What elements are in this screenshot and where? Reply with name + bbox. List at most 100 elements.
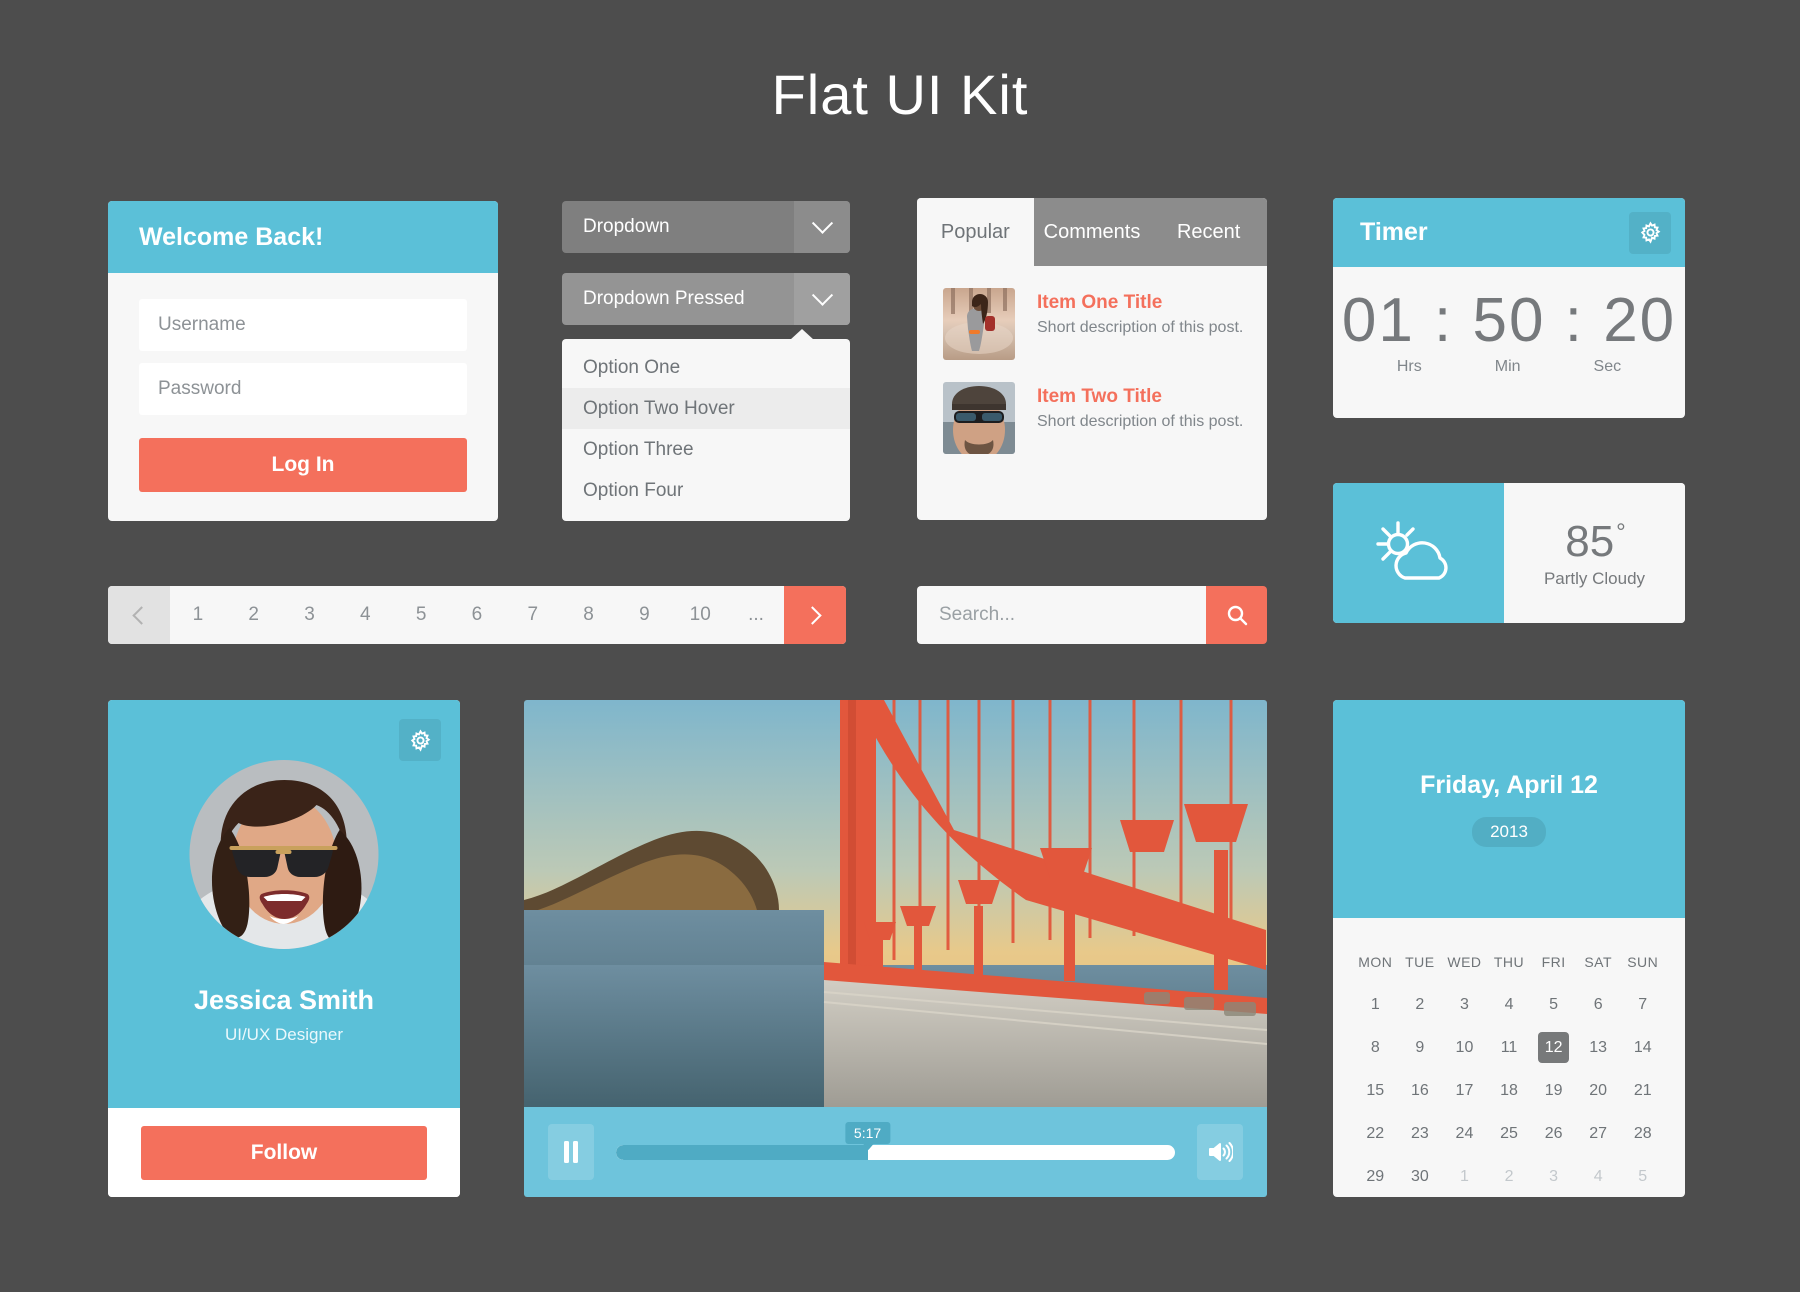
dropdown-default[interactable]: Dropdown (562, 201, 850, 253)
post-thumbnail (943, 382, 1015, 454)
pagination-next-button[interactable] (784, 586, 846, 644)
post-description: Short description of this post. (1037, 413, 1244, 430)
calendar-day[interactable]: 1 (1353, 983, 1398, 1026)
dropdown-default-label: Dropdown (583, 216, 670, 237)
timer-hours-label: Hrs (1396, 358, 1422, 375)
pagination-page-2[interactable]: 2 (226, 604, 282, 626)
calendar-day[interactable]: 1 (1442, 1155, 1487, 1197)
chevron-down-icon[interactable] (794, 201, 850, 253)
tab-comments[interactable]: Comments (1034, 198, 1151, 266)
list-item[interactable]: Item One Title Short description of this… (917, 266, 1267, 360)
pagination-page-7[interactable]: 7 (505, 604, 561, 626)
pagination-page-6[interactable]: 6 (449, 604, 505, 626)
dropdown-option-two[interactable]: Option Two Hover (562, 388, 850, 429)
login-button-wrap: Log In (139, 438, 467, 492)
pagination-page-3[interactable]: 3 (282, 604, 338, 626)
username-input[interactable] (139, 299, 467, 351)
page-title: Flat UI Kit (771, 63, 1029, 126)
calendar-day[interactable]: 16 (1398, 1069, 1443, 1112)
dropdown-pressed[interactable]: Dropdown Pressed (562, 273, 850, 325)
pagination-page-10[interactable]: 10 (672, 604, 728, 626)
post-title[interactable]: Item Two Title (1037, 386, 1243, 408)
log-in-button[interactable]: Log In (139, 438, 467, 492)
calendar-weekday-row: MON TUE WED THU FRI SAT SUN (1353, 940, 1665, 983)
calendar-day[interactable]: 28 (1620, 1112, 1665, 1155)
calendar-day[interactable]: 19 (1531, 1069, 1576, 1112)
calendar-day[interactable]: 20 (1576, 1069, 1621, 1112)
calendar-day[interactable]: 15 (1353, 1069, 1398, 1112)
post-title[interactable]: Item One Title (1037, 292, 1243, 314)
dropdown-option-three[interactable]: Option Three (562, 429, 850, 470)
calendar-day[interactable]: 6 (1576, 983, 1621, 1026)
list-item[interactable]: Item Two Title Short description of this… (917, 360, 1267, 454)
tab-popular[interactable]: Popular (917, 198, 1034, 266)
pagination-page-1[interactable]: 1 (170, 604, 226, 626)
login-heading: Welcome Back! (108, 201, 498, 273)
pagination-page-8[interactable]: 8 (561, 604, 617, 626)
calendar-day[interactable]: 5 (1531, 983, 1576, 1026)
calendar-day[interactable]: 29 (1353, 1155, 1398, 1197)
calendar-grid: MON TUE WED THU FRI SAT SUN 1 2 3 4 5 6 7 8 9 10 1… (1333, 918, 1685, 1197)
progress-track[interactable] (616, 1144, 1175, 1160)
calendar-day[interactable]: 17 (1442, 1069, 1487, 1112)
calendar-day[interactable]: 27 (1576, 1112, 1621, 1155)
profile-role: UI/UX Designer (224, 1025, 344, 1044)
calendar-day[interactable]: 4 (1576, 1155, 1621, 1197)
password-input[interactable] (139, 363, 467, 415)
calendar-day[interactable]: 30 (1398, 1155, 1443, 1197)
calendar-day[interactable]: 3 (1442, 983, 1487, 1026)
gear-icon[interactable] (399, 719, 441, 761)
timer-sep: : (1564, 286, 1584, 355)
follow-button[interactable]: Follow (141, 1125, 427, 1180)
pagination-prev-button[interactable] (108, 586, 170, 644)
search-button[interactable] (1206, 586, 1267, 644)
gear-icon[interactable] (1629, 211, 1671, 254)
pagination-page-4[interactable]: 4 (337, 604, 393, 626)
calendar-day[interactable]: 25 (1487, 1112, 1532, 1155)
calendar-day[interactable]: 9 (1398, 1026, 1443, 1069)
timer-header: Timer (1333, 198, 1685, 267)
video-progress[interactable]: 5:17 (616, 1122, 1175, 1180)
weather-card: 85° Partly Cloudy (1333, 483, 1685, 623)
calendar-day[interactable]: 4 (1487, 983, 1532, 1026)
timer-card: Timer 01 : 50 : 20 Hrs Min Sec (1333, 198, 1685, 418)
weekday-sun: SUN (1627, 953, 1659, 970)
volume-up-icon (1209, 1142, 1233, 1162)
pause-button[interactable] (548, 1124, 594, 1180)
chevron-down-icon[interactable] (794, 273, 850, 325)
calendar-day[interactable]: 26 (1531, 1112, 1576, 1155)
calendar-day[interactable]: 2 (1398, 983, 1443, 1026)
calendar-day[interactable]: 3 (1531, 1155, 1576, 1197)
calendar-day[interactable]: 21 (1620, 1069, 1665, 1112)
calendar-day[interactable]: 13 (1576, 1026, 1621, 1069)
calendar-day[interactable]: 14 (1620, 1026, 1665, 1069)
calendar-day[interactable]: 11 (1487, 1026, 1532, 1069)
calendar-day[interactable]: 18 (1487, 1069, 1532, 1112)
calendar-day-selected[interactable]: 12 (1538, 1032, 1570, 1063)
tab-recent[interactable]: Recent (1150, 198, 1267, 266)
timer-title: Timer (1360, 218, 1428, 246)
calendar-day[interactable]: 8 (1353, 1026, 1398, 1069)
calendar-day[interactable]: 7 (1620, 983, 1665, 1026)
calendar-day[interactable]: 24 (1442, 1112, 1487, 1155)
calendar-day[interactable]: 2 (1487, 1155, 1532, 1197)
calendar-day[interactable]: 22 (1353, 1112, 1398, 1155)
volume-button[interactable] (1197, 1124, 1243, 1180)
profile-header: Jessica Smith UI/UX Designer (108, 700, 460, 1108)
dropdown-option-one[interactable]: Option One (562, 347, 850, 388)
login-card: Welcome Back! Log In (108, 201, 498, 521)
pagination-page-5[interactable]: 5 (393, 604, 449, 626)
profile-name: Jessica Smith (193, 985, 375, 1015)
calendar-day[interactable]: 10 (1442, 1026, 1487, 1069)
weekday-fri: FRI (1541, 953, 1566, 970)
dropdown-option-four[interactable]: Option Four (562, 470, 850, 511)
post-text: Item One Title Short description of this… (1037, 288, 1243, 337)
pagination-page-9[interactable]: 9 (617, 604, 673, 626)
pagination-ellipsis[interactable]: ... (728, 604, 784, 626)
calendar-day[interactable]: 5 (1620, 1155, 1665, 1197)
calendar-day[interactable]: 23 (1398, 1112, 1443, 1155)
timer-unit-labels: Hrs Min Sec (1333, 358, 1685, 376)
calendar-day[interactable]: 12 (1531, 1026, 1576, 1069)
video-frame[interactable] (524, 700, 1267, 1107)
search-input[interactable] (917, 586, 1206, 644)
